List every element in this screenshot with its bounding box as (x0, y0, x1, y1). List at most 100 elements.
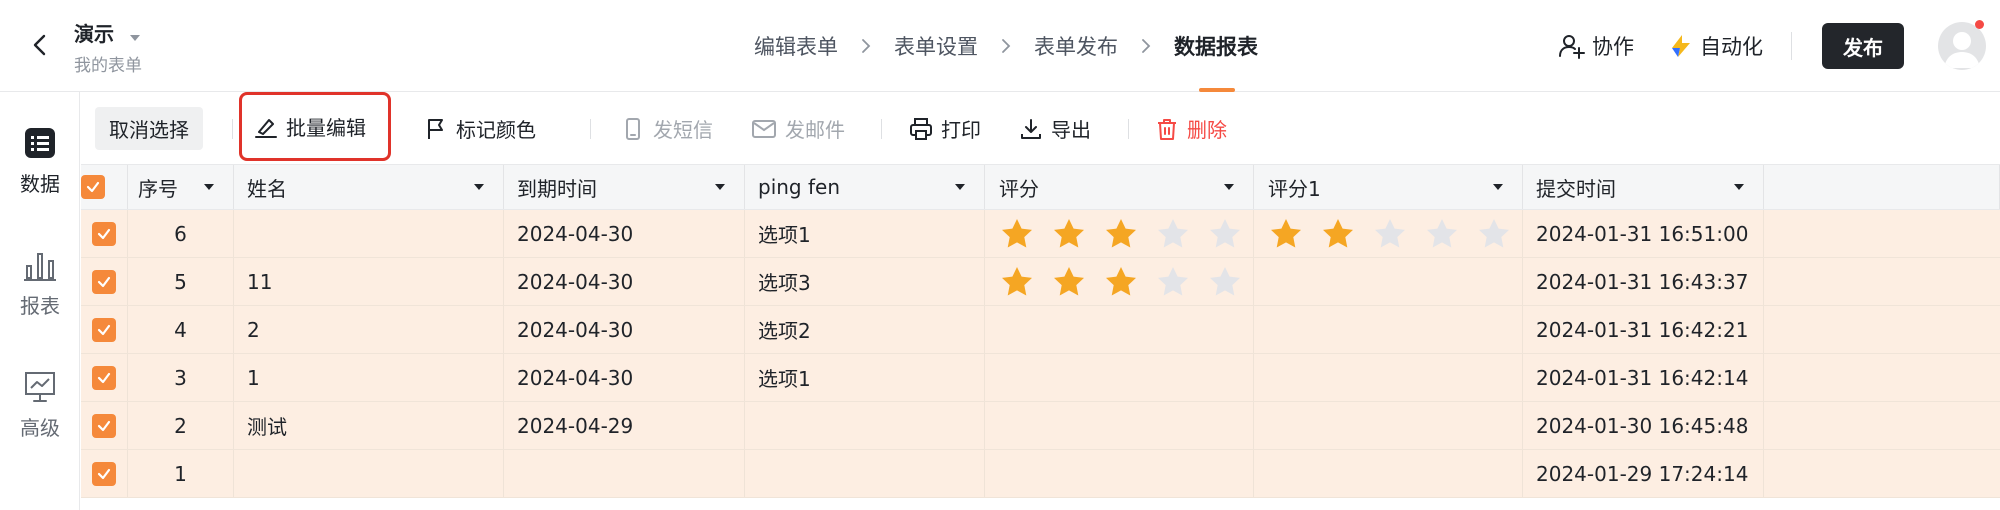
star-icon[interactable] (1372, 216, 1408, 252)
cell-ping-fen[interactable]: 选项1 (745, 210, 985, 257)
caret-down-icon[interactable] (1733, 182, 1745, 192)
star-icon[interactable] (1320, 216, 1356, 252)
cell-name[interactable] (234, 210, 504, 257)
cell-due-date[interactable]: 2024-04-30 (504, 306, 745, 353)
table-row[interactable]: 2 测试 2024-04-29 2024-01-30 16:45:48 (81, 402, 2000, 450)
cell-score[interactable] (985, 306, 1254, 353)
sidebar-item-report[interactable]: 报表 (0, 248, 80, 319)
table-row[interactable]: 4 2 2024-04-30 选项2 2024-01-31 16:42:21 (81, 306, 2000, 354)
automation-button[interactable]: 自动化 (1668, 31, 1763, 61)
cell-name[interactable]: 1 (234, 354, 504, 401)
column-header-score[interactable]: 评分 (985, 165, 1254, 209)
row-checkbox[interactable] (92, 221, 116, 246)
star-icon[interactable] (1051, 264, 1087, 300)
row-checkbox[interactable] (92, 461, 116, 486)
star-rating[interactable] (999, 264, 1243, 300)
print-button[interactable]: 打印 (909, 107, 981, 150)
star-icon[interactable] (1155, 216, 1191, 252)
step-data-report[interactable]: 数据报表 (1174, 0, 1258, 92)
cell-submit-time[interactable]: 2024-01-31 16:42:21 (1523, 306, 1764, 353)
cell-name[interactable]: 2 (234, 306, 504, 353)
cell-score1[interactable] (1254, 210, 1523, 257)
sidebar-item-advanced[interactable]: 高级 (0, 370, 80, 441)
caret-down-icon[interactable] (1492, 182, 1504, 192)
cell-seq[interactable]: 1 (128, 450, 234, 497)
cell-seq[interactable]: 2 (128, 402, 234, 449)
cell-score1[interactable] (1254, 402, 1523, 449)
cell-ping-fen[interactable]: 选项3 (745, 258, 985, 305)
send-sms-button[interactable]: 发短信 (621, 107, 713, 150)
column-header-submit-time[interactable]: 提交时间 (1523, 165, 1764, 209)
cell-due-date[interactable]: 2024-04-29 (504, 402, 745, 449)
cell-score1[interactable] (1254, 258, 1523, 305)
cell-ping-fen[interactable]: 选项2 (745, 306, 985, 353)
column-header-ping-fen[interactable]: ping fen (745, 165, 985, 209)
table-row[interactable]: 5 11 2024-04-30 选项3 2024-01-31 16:43:37 (81, 258, 2000, 306)
cell-name[interactable]: 11 (234, 258, 504, 305)
caret-down-icon[interactable] (203, 182, 215, 192)
row-checkbox[interactable] (92, 413, 116, 438)
star-icon[interactable] (999, 264, 1035, 300)
cell-seq[interactable]: 6 (128, 210, 234, 257)
collaborate-button[interactable]: 协作 (1558, 31, 1634, 61)
star-icon[interactable] (1424, 216, 1460, 252)
cell-score1[interactable] (1254, 306, 1523, 353)
cell-score[interactable] (985, 210, 1254, 257)
step-form-publish[interactable]: 表单发布 (1034, 0, 1118, 92)
cell-score1[interactable] (1254, 354, 1523, 401)
cell-submit-time[interactable]: 2024-01-29 17:24:14 (1523, 450, 1764, 497)
cell-seq[interactable]: 5 (128, 258, 234, 305)
publish-button[interactable]: 发布 (1822, 23, 1904, 69)
row-checkbox[interactable] (92, 269, 116, 294)
cell-name[interactable]: 测试 (234, 402, 504, 449)
cell-seq[interactable]: 4 (128, 306, 234, 353)
star-icon[interactable] (1207, 264, 1243, 300)
cell-seq[interactable]: 3 (128, 354, 234, 401)
cell-due-date[interactable] (504, 450, 745, 497)
cell-submit-time[interactable]: 2024-01-31 16:51:00 (1523, 210, 1764, 257)
cell-score1[interactable] (1254, 450, 1523, 497)
star-icon[interactable] (1103, 264, 1139, 300)
export-button[interactable]: 导出 (1019, 107, 1091, 150)
star-rating[interactable] (999, 216, 1243, 252)
cell-due-date[interactable]: 2024-04-30 (504, 354, 745, 401)
cell-submit-time[interactable]: 2024-01-31 16:43:37 (1523, 258, 1764, 305)
cell-score[interactable] (985, 450, 1254, 497)
star-icon[interactable] (1476, 216, 1512, 252)
column-header-score1[interactable]: 评分1 (1254, 165, 1523, 209)
mark-color-button[interactable]: 标记颜色 (424, 107, 536, 150)
cell-ping-fen[interactable]: 选项1 (745, 354, 985, 401)
cell-submit-time[interactable]: 2024-01-31 16:42:14 (1523, 354, 1764, 401)
star-rating[interactable] (1268, 216, 1512, 252)
star-icon[interactable] (1207, 216, 1243, 252)
sidebar-item-data[interactable]: 数据 (0, 126, 80, 197)
batch-edit-button[interactable]: 批量编辑 (239, 92, 391, 161)
cell-name[interactable] (234, 450, 504, 497)
row-checkbox[interactable] (92, 365, 116, 390)
cell-due-date[interactable]: 2024-04-30 (504, 258, 745, 305)
caret-down-icon[interactable] (954, 182, 966, 192)
step-form-settings[interactable]: 表单设置 (894, 0, 978, 92)
star-icon[interactable] (999, 216, 1035, 252)
caret-down-icon[interactable] (1223, 182, 1235, 192)
cell-submit-time[interactable]: 2024-01-30 16:45:48 (1523, 402, 1764, 449)
cell-score[interactable] (985, 402, 1254, 449)
column-header-seq[interactable]: 序号 (128, 165, 234, 209)
star-icon[interactable] (1268, 216, 1304, 252)
star-icon[interactable] (1155, 264, 1191, 300)
column-header-due[interactable]: 到期时间 (504, 165, 745, 209)
column-header-name[interactable]: 姓名 (234, 165, 504, 209)
row-checkbox[interactable] (92, 317, 116, 342)
star-icon[interactable] (1103, 216, 1139, 252)
cell-ping-fen[interactable] (745, 402, 985, 449)
caret-down-icon[interactable] (473, 182, 485, 192)
star-icon[interactable] (1051, 216, 1087, 252)
delete-button[interactable]: 删除 (1155, 107, 1227, 150)
table-row[interactable]: 3 1 2024-04-30 选项1 2024-01-31 16:42:14 (81, 354, 2000, 402)
send-email-button[interactable]: 发邮件 (751, 107, 845, 150)
cell-score[interactable] (985, 258, 1254, 305)
select-all-checkbox[interactable] (81, 175, 105, 199)
table-row[interactable]: 1 2024-01-29 17:24:14 (81, 450, 2000, 498)
avatar[interactable] (1938, 22, 1986, 70)
table-row[interactable]: 6 2024-04-30 选项1 2024-01-31 16:51:00 (81, 210, 2000, 258)
